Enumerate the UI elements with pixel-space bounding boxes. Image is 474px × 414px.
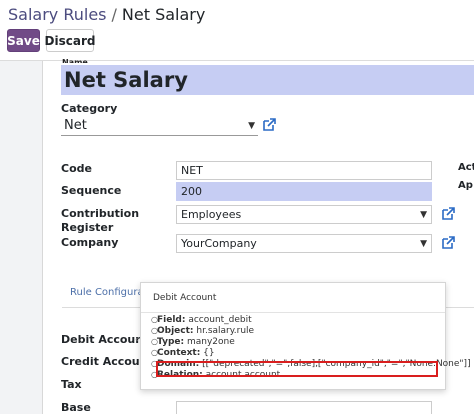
sequence-label: Sequence [61, 184, 122, 197]
category-label: Category [61, 102, 118, 115]
external-link-icon[interactable] [262, 118, 276, 132]
tab-rule-configuration[interactable]: Rule Configurat [70, 287, 148, 298]
breadcrumb-current: Net Salary [121, 5, 206, 24]
breadcrumb: Salary Rules / Net Salary [8, 5, 205, 24]
contribution-register-label-line1: Contribution [61, 207, 140, 220]
caret-down-icon: ▼ [420, 239, 427, 249]
contribution-register-label-line2: Register [61, 221, 114, 234]
credit-account-label: Credit Account [61, 355, 153, 368]
company-select[interactable]: YourCompany ▼ [176, 234, 432, 253]
breadcrumb-parent-link[interactable]: Salary Rules [8, 5, 107, 24]
name-label: Name [62, 58, 88, 63]
external-link-icon[interactable] [441, 207, 455, 221]
category-select[interactable]: Net ▼ [61, 117, 258, 136]
tooltip-item: ○Object: hr.salary.rule [151, 326, 255, 336]
base-label: Base [61, 401, 91, 414]
caret-down-icon: ▼ [248, 121, 255, 131]
breadcrumb-separator: / [111, 5, 117, 24]
code-label: Code [61, 162, 92, 175]
caret-down-icon: ▼ [420, 210, 427, 220]
contribution-register-value: Employees [181, 208, 242, 221]
tooltip-item: ○Context: {} [151, 348, 215, 358]
code-input[interactable]: NET [176, 161, 432, 180]
form-background [0, 61, 42, 414]
external-link-icon[interactable] [441, 236, 455, 250]
appears-label: Ap [458, 180, 473, 191]
domain-highlight-box [156, 361, 438, 377]
sequence-input[interactable]: 200 [176, 182, 432, 201]
contribution-register-select[interactable]: Employees ▼ [176, 205, 432, 224]
discard-button[interactable]: Discard [45, 29, 95, 52]
tooltip-item: ○Field: account_debit [151, 315, 252, 325]
company-label: Company [61, 236, 119, 249]
name-input[interactable]: Net Salary [61, 65, 474, 95]
company-value: YourCompany [181, 237, 257, 250]
tooltip-title: Debit Account [153, 293, 217, 303]
tooltip-item: ○Type: many2one [151, 337, 235, 347]
base-input[interactable] [176, 401, 432, 414]
tooltip-divider [141, 312, 445, 313]
tooltip-arrow-icon: ‹ [135, 335, 139, 345]
save-button[interactable]: Save [7, 29, 40, 52]
category-value: Net [64, 118, 87, 133]
tax-label: Tax [61, 378, 82, 391]
active-label: Act [458, 162, 474, 173]
